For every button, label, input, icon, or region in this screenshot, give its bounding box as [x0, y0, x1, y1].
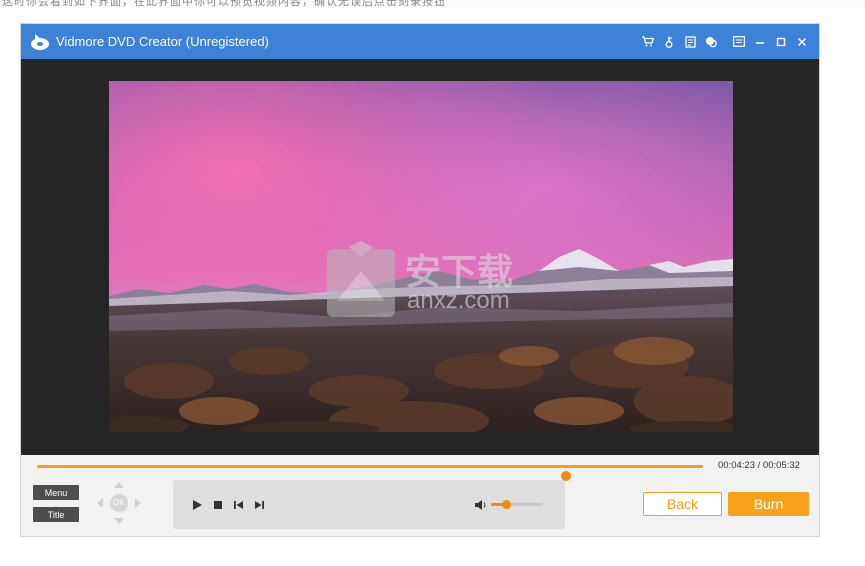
back-button[interactable]: Back [643, 492, 722, 516]
minimize-icon[interactable] [751, 33, 769, 51]
app-logo-icon [31, 34, 49, 50]
total-time: 00:05:32 [762, 460, 800, 471]
volume-slider[interactable] [491, 500, 543, 509]
menu-button[interactable]: Menu [33, 485, 79, 500]
feedback-icon[interactable] [702, 33, 720, 51]
watermark: 安下载 anxz.com [327, 241, 527, 321]
play-icon [193, 500, 202, 510]
maximize-icon[interactable] [772, 33, 790, 51]
key-icon[interactable] [660, 33, 678, 51]
time-display: 00:04:23 / 00:05:32 [718, 460, 800, 471]
next-button[interactable] [251, 497, 267, 513]
dpad-right-icon[interactable] [135, 498, 141, 508]
title-button[interactable]: Title [33, 507, 79, 522]
dpad-ok-label: OK [113, 498, 125, 507]
register-icon[interactable] [681, 33, 699, 51]
dpad-left-icon[interactable] [97, 498, 103, 508]
video-preview-area: 安下载 anxz.com [21, 59, 819, 455]
titlebar-controls [639, 24, 811, 59]
titlebar: Vidmore DVD Creator (Unregistered) [21, 24, 819, 59]
navigation-dpad: OK [95, 482, 143, 524]
app-window: Vidmore DVD Creator (Unregistered) 安下载 a… [20, 23, 820, 537]
progress-bar[interactable] [37, 465, 703, 481]
cart-icon[interactable] [639, 33, 657, 51]
previous-button[interactable] [230, 497, 246, 513]
window-title: Vidmore DVD Creator (Unregistered) [56, 34, 269, 49]
volume-handle[interactable] [501, 500, 511, 509]
top-caption-strip: 这时你会看到如下界面，在此界面中你可以预览视频内容，确认无误后点击刻录按钮 [0, 0, 865, 8]
watermark-domain: anxz.com [407, 287, 510, 314]
close-icon[interactable] [793, 33, 811, 51]
top-caption: 这时你会看到如下界面，在此界面中你可以预览视频内容，确认无误后点击刻录按钮 [2, 0, 446, 8]
current-time: 00:04:23 [718, 460, 755, 471]
play-button[interactable] [189, 497, 205, 513]
video-frame[interactable]: 安下载 anxz.com [109, 81, 733, 432]
time-separator: / [757, 460, 761, 471]
volume-icon[interactable] [473, 497, 489, 513]
skip-back-icon [233, 501, 243, 509]
burn-button[interactable]: Burn [728, 492, 809, 516]
dpad-up-icon[interactable] [114, 482, 124, 488]
stop-button[interactable] [210, 497, 226, 513]
player-panel [173, 480, 565, 529]
menu-icon[interactable] [730, 33, 748, 51]
skip-forward-icon [254, 501, 264, 509]
stop-icon [214, 501, 222, 509]
playback-controls: 00:04:23 / 00:05:32 Menu Title OK Back B… [21, 455, 819, 536]
dpad-down-icon[interactable] [114, 518, 124, 524]
